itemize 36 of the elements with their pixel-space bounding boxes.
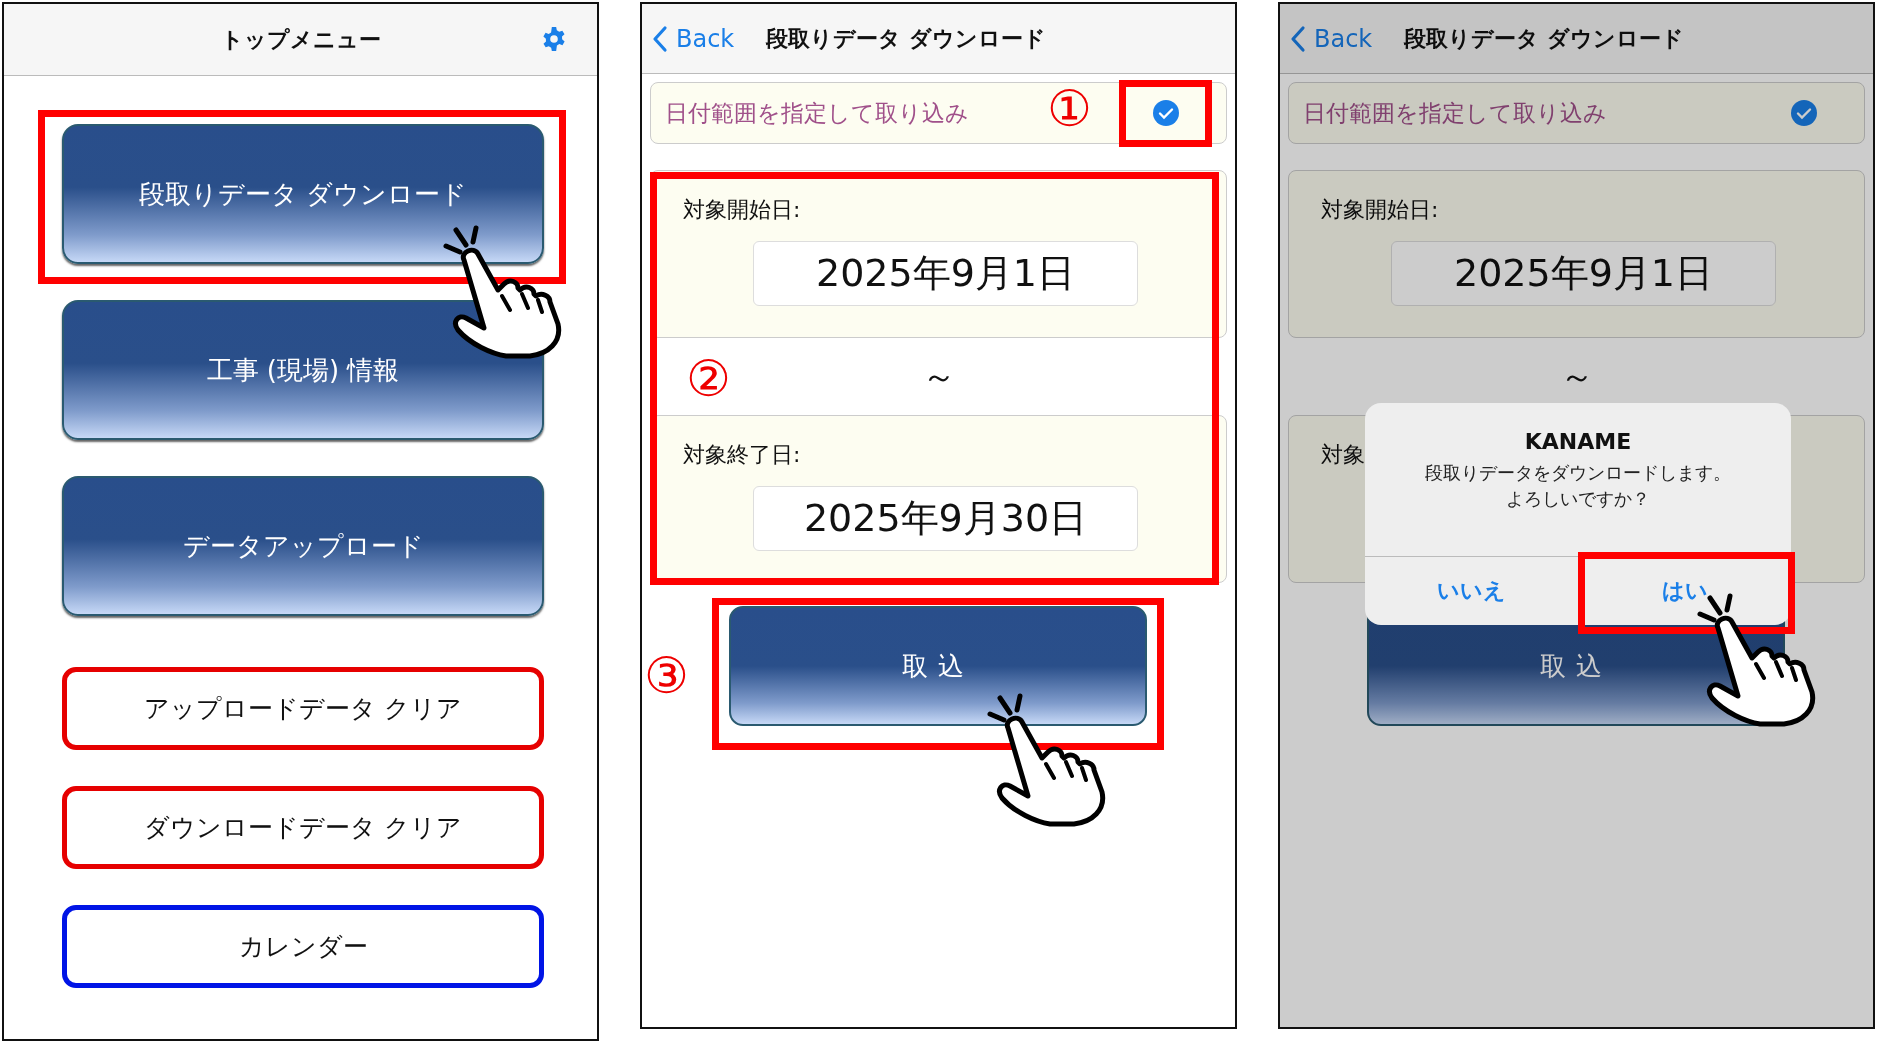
checkmark-icon[interactable] [1152, 99, 1180, 127]
date-field[interactable]: 2025年9月30日 [753, 486, 1138, 551]
date-field[interactable]: 2025年9月1日 [753, 241, 1138, 306]
dialog-message: 段取りデータをダウンロードします。 [1425, 461, 1731, 485]
pointing-hand-icon [440, 224, 564, 362]
field-label: 対象開始日: [683, 196, 801, 224]
import-button[interactable]: 取込 [729, 606, 1147, 726]
dialog-title: KANAME [1524, 429, 1632, 454]
range-separator: ～ [921, 354, 956, 398]
field-label: 対象開始日: [1321, 196, 1439, 224]
screen-title: 段取りデータ ダウンロード [766, 24, 1046, 53]
settings-icon[interactable] [541, 26, 567, 52]
screen-title: トップメニュー [220, 25, 381, 54]
menu-button[interactable]: 工事 (現場) 情報 [62, 300, 544, 440]
date-field[interactable]: 2025年9月1日 [1391, 241, 1776, 306]
field-label: 対象終了日: [683, 441, 801, 469]
checkmark-icon[interactable] [1790, 99, 1818, 127]
menu-button[interactable]: ダウンロードデータ クリア [62, 786, 544, 869]
menu-button[interactable]: アップロードデータ クリア [62, 667, 544, 750]
menu-button[interactable]: 段取りデータ ダウンロード [62, 124, 544, 264]
back-chevron-icon[interactable] [652, 24, 668, 53]
menu-button[interactable]: カレンダー [62, 905, 544, 988]
back-button[interactable]: Back [676, 24, 735, 53]
option-label: 日付範囲を指定して取り込み [665, 98, 969, 128]
field-label: 対象 [1321, 441, 1365, 469]
back-chevron-icon[interactable] [1290, 24, 1306, 53]
step-number: ③ [644, 651, 689, 701]
date-range-option[interactable]: 日付範囲を指定して取り込み [1288, 82, 1865, 144]
pointing-hand-icon [984, 692, 1108, 830]
screen-title: 段取りデータ ダウンロード [1404, 24, 1684, 53]
menu-button[interactable]: データアップロード [62, 476, 544, 616]
dialog-message: よろしいですか？ [1506, 487, 1650, 512]
range-separator: ～ [1559, 354, 1594, 398]
option-label: 日付範囲を指定して取り込み [1303, 98, 1607, 128]
step-number: ② [686, 354, 731, 404]
step-number: ① [1047, 84, 1092, 134]
